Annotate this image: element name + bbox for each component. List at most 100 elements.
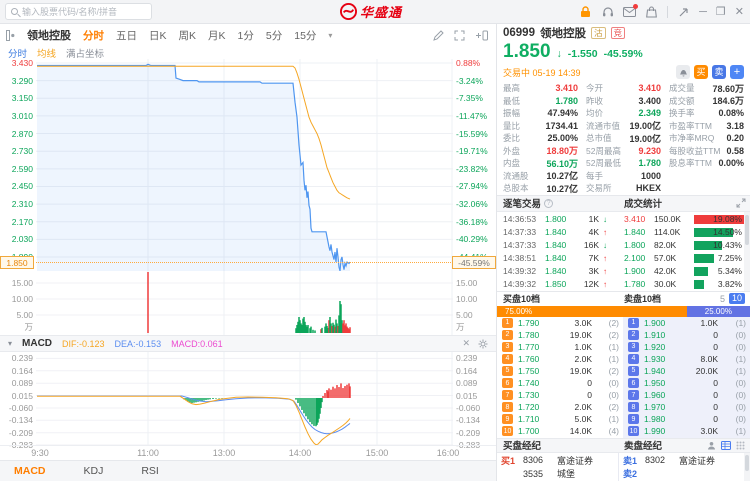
buy-ratio: 75.00%: [497, 305, 687, 317]
percent-axis-label: -36.18%: [456, 216, 488, 227]
orderbook-level[interactable]: 6 1.950 0 (0): [623, 377, 750, 389]
bid-levels[interactable]: 1 1.790 3.0K (2) 2 1.780 19.0K (2) 3 1.770 1.0K (1)…: [497, 317, 623, 438]
orderbook-level[interactable]: 3 1.920 0 (0): [623, 341, 750, 353]
grid-dots-icon[interactable]: [736, 441, 745, 450]
price-axis-label: 2.450: [11, 181, 33, 192]
orderbook-level[interactable]: 4 1.760 2.0K (1): [497, 353, 623, 365]
broker-row[interactable]: 3535 城堡: [497, 467, 618, 481]
close-icon[interactable]: ✕: [735, 6, 744, 18]
person-icon[interactable]: [707, 441, 716, 450]
volume-stats-list[interactable]: 3.410 150.0K 19.08% 1.840 114.0K 14.50% 1.800 8…: [618, 212, 750, 291]
mail-icon[interactable]: [623, 3, 639, 19]
quick-buy-button[interactable]: 买: [694, 65, 708, 79]
orderbook-level[interactable]: 7 1.960 0 (0): [623, 389, 750, 401]
tab-分时[interactable]: 分时: [83, 28, 104, 43]
orderbook-level[interactable]: 7 1.730 0 (0): [497, 389, 623, 401]
tick-trade-row[interactable]: 14:37:33 1.840 4K ↑: [503, 226, 618, 239]
list-view-icon[interactable]: [721, 440, 731, 450]
macd-axis-label: -0.060: [456, 402, 481, 413]
tab-1分[interactable]: 1分: [238, 28, 254, 43]
tab-五日[interactable]: 五日: [116, 28, 137, 43]
buy-brokers-title: 买盘经纪: [503, 441, 542, 452]
alert-bell-icon[interactable]: [676, 65, 690, 79]
orderbook-level[interactable]: 1 1.790 3.0K (2): [497, 317, 623, 329]
orderbook-level[interactable]: 5 1.940 20.0K (1): [623, 365, 750, 377]
broker-row[interactable]: 买1 8306 富途证券: [497, 454, 618, 468]
volume-stat-row[interactable]: 3.410 150.0K 19.08%: [624, 213, 746, 226]
volume-stat-row[interactable]: 2.100 57.0K 7.25%: [624, 252, 742, 265]
price-axis-label: 3.290: [11, 75, 33, 86]
macd-axis-label: 0.015: [456, 390, 478, 401]
tab-月K[interactable]: 月K: [208, 28, 226, 43]
orderbook-level[interactable]: 2 1.780 19.0K (2): [497, 329, 623, 341]
tick-trade-row[interactable]: 14:36:53 1.800 1K ↓: [503, 213, 618, 226]
subtab[interactable]: 均线: [37, 46, 56, 60]
indicator-tab-MACD[interactable]: MACD: [14, 465, 46, 477]
orderbook-level[interactable]: 2 1.910 0 (0): [623, 329, 750, 341]
tab-周K[interactable]: 周K: [179, 28, 197, 43]
indicator-tab-KDJ[interactable]: KDJ: [84, 465, 104, 477]
expand-section-icon[interactable]: [736, 198, 746, 208]
layout-toggle-icon[interactable]: [6, 29, 15, 41]
indicator-tab-RSI[interactable]: RSI: [141, 465, 159, 477]
sell-broker-list[interactable]: 卖1 8302 富途证券 卖2: [618, 452, 750, 481]
orderbook-level[interactable]: 1 1.900 1.0K (1): [623, 317, 750, 329]
add-watchlist-button[interactable]: +: [730, 65, 744, 79]
orderbook-level[interactable]: 9 1.710 5.0K (1): [497, 413, 623, 425]
quick-sell-button[interactable]: 卖: [712, 65, 726, 79]
volume-stat-row[interactable]: 1.840 114.0K 14.50%: [624, 226, 742, 239]
broker-row[interactable]: 卖1 8302 富途证券: [619, 454, 750, 468]
volume-pane[interactable]: 15.00 15.00 10.00 10.00 5.00 5.00 万 万: [0, 271, 496, 335]
orderbook-header: 买盘10档 卖盘10档 5 10: [497, 292, 750, 306]
orderbook-level[interactable]: 5 1.750 19.0K (2): [497, 365, 623, 377]
buy-broker-list[interactable]: 买1 8306 富途证券 3535 城堡: [497, 453, 618, 481]
bag-icon[interactable]: [645, 6, 658, 19]
orderbook-level[interactable]: 8 1.720 2.0K (2): [497, 401, 623, 413]
volume-stats-title[interactable]: 成交统计: [624, 196, 662, 210]
close-indicator-icon[interactable]: ✕: [462, 338, 470, 349]
tick-trade-row[interactable]: 14:39:32 1.840 3K ↑: [503, 265, 618, 278]
volume-stat-row[interactable]: 1.800 82.0K 10.43%: [624, 239, 742, 252]
info-icon[interactable]: ?: [544, 198, 554, 208]
search-input[interactable]: 输入股票代码/名称/拼音: [5, 3, 152, 20]
volume-stat-row[interactable]: 1.780 30.0K 3.82%: [624, 278, 742, 291]
headset-icon[interactable]: [601, 6, 614, 19]
add-panel-icon[interactable]: [475, 30, 488, 41]
pencil-icon[interactable]: [433, 29, 444, 41]
expand-icon[interactable]: [454, 30, 465, 41]
orderbook-level[interactable]: 6 1.740 0 (0): [497, 377, 623, 389]
subtab[interactable]: 满占坐标: [66, 46, 104, 60]
orderbook-level[interactable]: 9 1.980 0 (0): [623, 413, 750, 425]
collapse-caret-icon[interactable]: ▾: [8, 339, 12, 348]
tick-trade-row[interactable]: 14:37:33 1.840 16K ↓: [503, 239, 618, 252]
tab-日K[interactable]: 日K: [149, 28, 167, 43]
tick-trades-title[interactable]: 逐笔交易: [503, 196, 541, 210]
gear-icon[interactable]: [478, 339, 488, 349]
orderbook-level[interactable]: 10 1.990 3.0K (1): [623, 425, 750, 437]
logo-icon: [340, 3, 357, 20]
tab-5分[interactable]: 5分: [266, 28, 282, 43]
tick-trade-row[interactable]: 14:38:51 1.840 7K ↑: [503, 252, 618, 265]
scrollbar[interactable]: [744, 452, 750, 481]
orderbook-level[interactable]: 8 1.970 0 (0): [623, 401, 750, 413]
stat-cell: 总市值 19.00亿: [586, 133, 661, 144]
ask-levels[interactable]: 1 1.900 1.0K (1) 2 1.910 0 (0) 3 1.920 0 (0) 4 1.930 8…: [623, 316, 750, 438]
lock-icon[interactable]: [579, 6, 592, 19]
chevron-down-icon[interactable]: ▾: [328, 31, 332, 40]
volume-stat-row[interactable]: 1.900 42.0K 5.34%: [624, 265, 742, 278]
maximize-icon[interactable]: ❐: [716, 6, 726, 18]
orderbook-level[interactable]: 3 1.770 1.0K (1): [497, 341, 623, 353]
tab-15分[interactable]: 15分: [294, 28, 316, 43]
scrollbar[interactable]: [744, 211, 750, 291]
pin-icon[interactable]: [677, 6, 690, 19]
broker-row[interactable]: 卖2: [619, 467, 750, 481]
depth-10-toggle[interactable]: 10: [728, 293, 745, 304]
minimize-icon[interactable]: ─: [699, 6, 707, 18]
orderbook-level[interactable]: 4 1.930 8.0K (1): [623, 353, 750, 365]
tick-trade-row[interactable]: 14:39:32 1.850 12K ↑: [503, 278, 618, 291]
orderbook-level[interactable]: 10 1.700 14.0K (4): [497, 425, 623, 437]
tick-trade-list[interactable]: 14:36:53 1.800 1K ↓ 14:37:33 1.840 4K ↑ 14:37:33…: [497, 212, 618, 291]
macd-pane[interactable]: 0.239 0.239 0.164 0.164 0.089 0.089 0.015 0.015…: [0, 352, 496, 449]
minute-chart[interactable]: 3.430 3.290 3.150 3.010 2.870 2.730 2.590 2.450…: [0, 59, 496, 272]
depth-5-toggle[interactable]: 5: [720, 294, 725, 304]
